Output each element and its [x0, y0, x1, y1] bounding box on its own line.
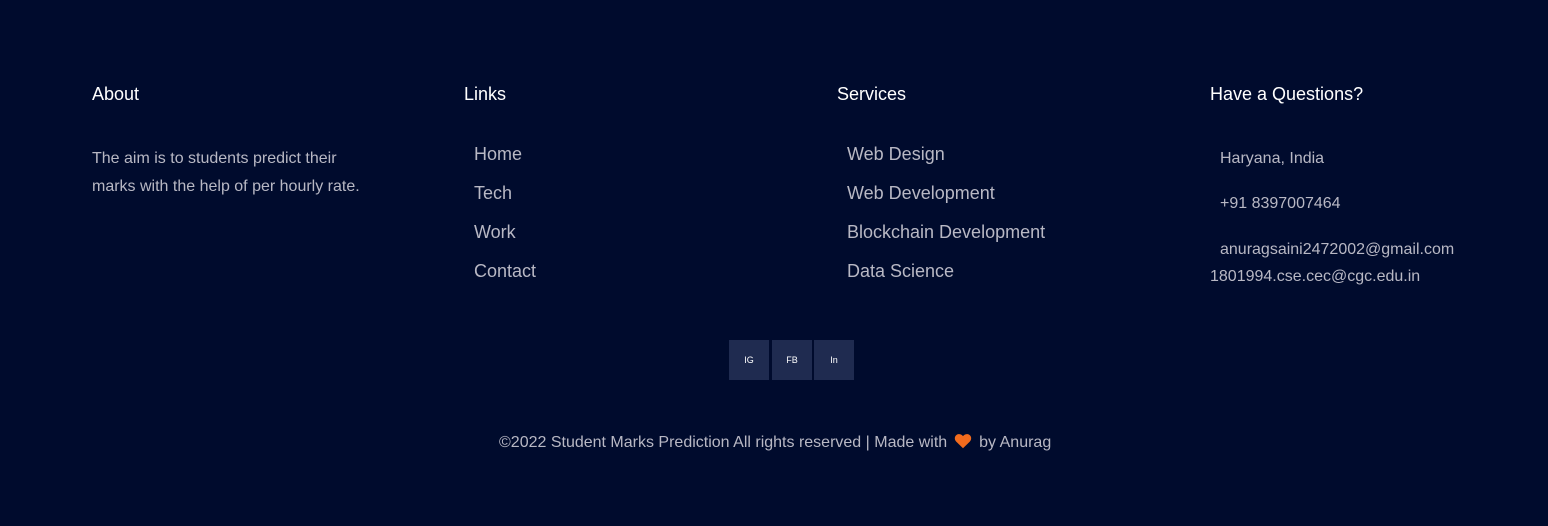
contact-phone[interactable]: +91 8397007464 [1220, 194, 1341, 214]
links-heading: Links [464, 84, 507, 104]
footer-copyright: ©2022 Student Marks Prediction All right… [499, 433, 1051, 453]
about-text: The aim is to students predict their mar… [92, 150, 360, 195]
facebook-button[interactable]: FB [772, 340, 812, 380]
contact-email-secondary[interactable]: 1801994.cse.cec@cgc.edu.in [1210, 267, 1420, 287]
link-tech[interactable]: Tech [474, 182, 536, 221]
links-list: Home Tech Work Contact [474, 143, 536, 299]
linkedin-button[interactable]: In [814, 340, 854, 380]
contact-email-primary[interactable]: anuragsaini2472002@gmail.com [1220, 240, 1454, 260]
services-heading: Services [837, 84, 907, 104]
byline-text: by Anurag [979, 434, 1052, 451]
service-web-design[interactable]: Web Design [847, 143, 1045, 182]
heart-icon [954, 433, 972, 449]
link-home[interactable]: Home [474, 143, 536, 182]
contact-address: Haryana, India [1220, 150, 1325, 167]
instagram-button[interactable]: IG [729, 340, 769, 380]
link-contact[interactable]: Contact [474, 260, 536, 299]
link-work[interactable]: Work [474, 221, 536, 260]
service-blockchain-development[interactable]: Blockchain Development [847, 221, 1045, 260]
about-heading: About [92, 84, 140, 104]
services-list: Web Design Web Development Blockchain De… [847, 143, 1045, 299]
copyright-text: ©2022 Student Marks Prediction All right… [499, 434, 948, 451]
service-web-development[interactable]: Web Development [847, 182, 1045, 221]
contact-heading: Have a Questions? [1210, 84, 1364, 104]
service-data-science[interactable]: Data Science [847, 260, 1045, 299]
